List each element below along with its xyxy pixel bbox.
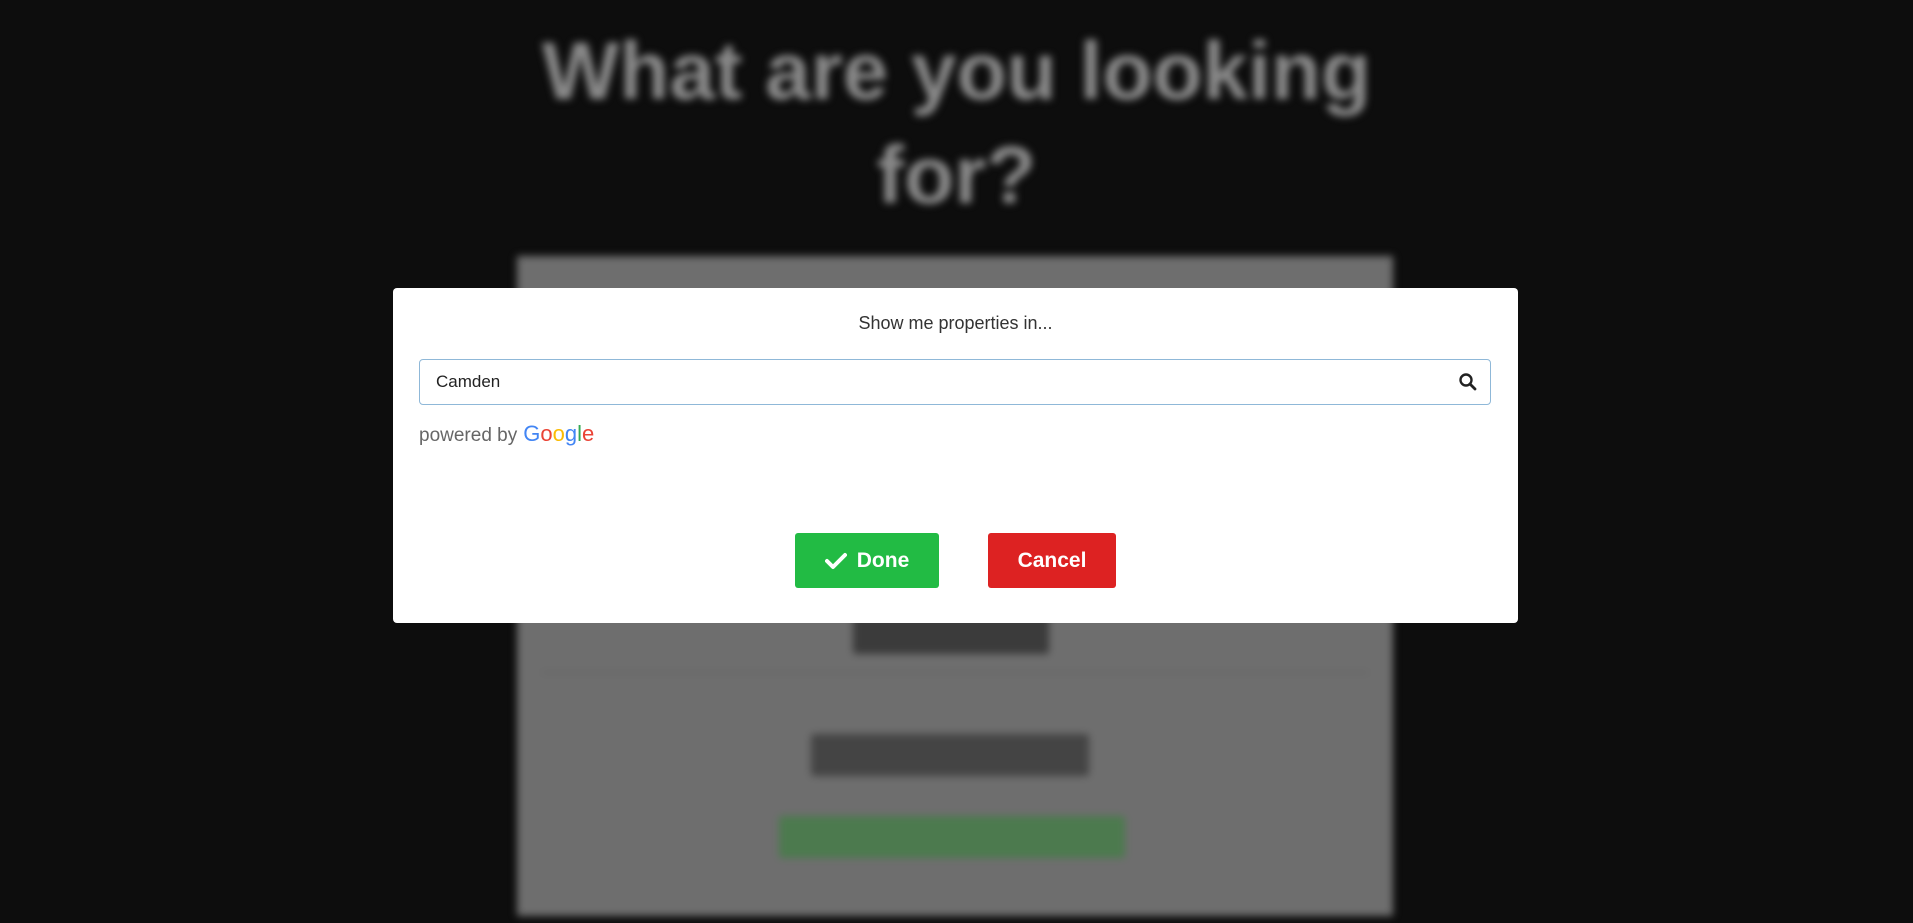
cancel-button-label: Cancel [1017, 548, 1087, 572]
powered-by-text: powered by [419, 425, 518, 446]
background-heading-line1: What are you looking [541, 26, 1372, 117]
check-icon [824, 552, 847, 570]
page: What are you looking for? Show me proper… [0, 0, 1913, 923]
modal-title: Show me properties in... [858, 313, 1053, 333]
location-search-box[interactable] [419, 359, 1491, 405]
google-logo: Google [523, 421, 595, 446]
done-button[interactable]: Done [795, 533, 939, 588]
background-green-button [779, 816, 1125, 858]
done-button-label: Done [856, 548, 910, 572]
cancel-button[interactable]: Cancel [988, 533, 1116, 588]
powered-by-google: powered by Google [419, 421, 594, 447]
search-icon[interactable] [1458, 372, 1478, 392]
location-modal: Show me properties in... powered by Goog… [393, 288, 1518, 623]
background-divider [541, 672, 1369, 673]
background-button [811, 734, 1089, 776]
background-heading: What are you looking for? [0, 20, 1913, 228]
location-search-input[interactable] [436, 360, 1436, 404]
background-heading-line2: for? [876, 130, 1037, 221]
